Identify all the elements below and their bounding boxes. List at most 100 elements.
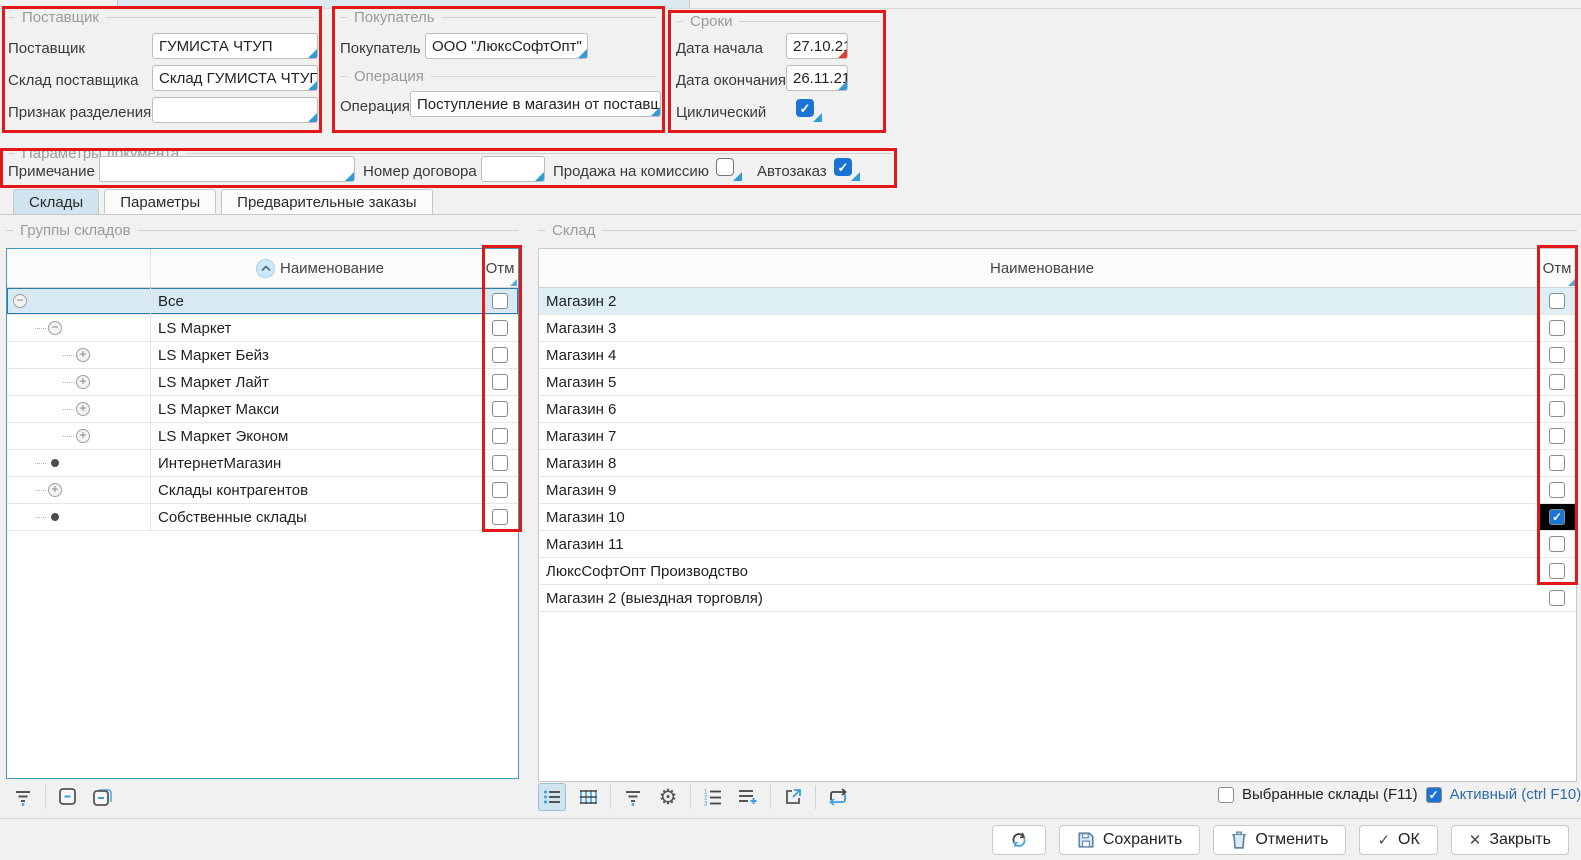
group-name-cell[interactable]: ИнтернетМагазин — [151, 450, 482, 476]
warehouse-row[interactable]: Магазин 10 ✓ — [539, 504, 1576, 531]
mark-cell[interactable] — [1538, 369, 1576, 395]
mark-cell[interactable] — [1538, 585, 1576, 611]
warehouse-name-cell[interactable]: Магазин 2 (выездная торговля) — [539, 585, 1538, 611]
warehouse-row[interactable]: Магазин 2 — [539, 288, 1576, 315]
row-checkbox[interactable] — [492, 482, 508, 498]
mark-cell[interactable] — [482, 423, 518, 449]
cyclic-checkbox[interactable]: ✓ — [796, 99, 814, 117]
row-checkbox-checked[interactable]: ✓ — [1549, 509, 1565, 525]
mark-cell[interactable] — [482, 342, 518, 368]
row-checkbox[interactable] — [492, 320, 508, 336]
date-start-field[interactable]: 27.10.21 — [786, 33, 848, 59]
tab-0[interactable]: Склады — [13, 189, 99, 214]
warehouse-row[interactable]: Магазин 2 (выездная торговля) — [539, 585, 1576, 612]
supplier-warehouse-field[interactable]: Склад ГУМИСТА ЧТУП — [152, 65, 318, 91]
row-checkbox[interactable] — [1549, 320, 1565, 336]
numbered-list-icon[interactable]: 123 — [700, 784, 726, 810]
warehouse-mark-column-header[interactable]: Отм — [1538, 249, 1576, 287]
reload-loop-icon[interactable] — [825, 784, 851, 810]
mark-cell[interactable] — [482, 477, 518, 503]
dropdown-corner-icon[interactable] — [578, 49, 587, 58]
filter-icon[interactable] — [10, 784, 36, 810]
row-checkbox[interactable] — [492, 455, 508, 471]
cancel-button[interactable]: Отменить — [1213, 825, 1346, 855]
date-end-field[interactable]: 26.11.21 — [786, 65, 848, 91]
group-name-cell[interactable]: Все — [151, 288, 482, 314]
mark-cell-focused[interactable]: ✓ — [1538, 504, 1576, 530]
tree-row[interactable]: +LS Маркет Макси — [7, 396, 518, 423]
note-field[interactable] — [99, 156, 355, 182]
dropdown-corner-icon[interactable] — [308, 49, 317, 58]
split-sign-field[interactable] — [152, 97, 318, 123]
warehouse-name-cell[interactable]: Магазин 9 — [539, 477, 1538, 503]
expand-expander-icon[interactable]: + — [76, 348, 90, 362]
tree-row[interactable]: ИнтернетМагазин — [7, 450, 518, 477]
buyer-field[interactable]: ООО "ЛюксСофтОпт" — [425, 33, 588, 59]
mark-cell[interactable] — [1538, 288, 1576, 314]
mark-cell[interactable] — [1538, 315, 1576, 341]
tree-row[interactable]: + Склады контрагентов — [7, 477, 518, 504]
mark-cell[interactable] — [1538, 342, 1576, 368]
grid-view-icon[interactable] — [575, 784, 601, 810]
collapse-all-icon[interactable] — [90, 784, 116, 810]
group-name-cell[interactable]: LS Маркет Эконом — [151, 423, 482, 449]
warehouse-row[interactable]: Магазин 6 — [539, 396, 1576, 423]
collapse-expander-icon[interactable]: − — [13, 294, 27, 308]
warehouse-name-cell[interactable]: Магазин 11 — [539, 531, 1538, 557]
row-checkbox[interactable] — [1549, 590, 1565, 606]
warehouse-name-cell[interactable]: Магазин 10 — [539, 504, 1538, 530]
row-checkbox[interactable] — [492, 347, 508, 363]
mark-cell[interactable] — [482, 369, 518, 395]
filter-icon[interactable] — [620, 784, 646, 810]
warehouse-name-cell[interactable]: Магазин 8 — [539, 450, 1538, 476]
dropdown-corner-icon[interactable] — [651, 107, 660, 116]
warehouse-row[interactable]: Магазин 11 — [539, 531, 1576, 558]
warehouse-name-cell[interactable]: Магазин 2 — [539, 288, 1538, 314]
warehouse-name-cell[interactable]: Магазин 4 — [539, 342, 1538, 368]
tree-row[interactable]: + LS Маркет Эконом — [7, 423, 518, 450]
warehouse-row[interactable]: Магазин 4 — [539, 342, 1576, 369]
tree-row[interactable]: + LS Маркет Бейз — [7, 342, 518, 369]
settings-gear-icon[interactable]: ⚙ — [655, 784, 681, 810]
close-button[interactable]: ✕ Закрыть — [1451, 825, 1569, 855]
add-row-icon[interactable] — [735, 784, 761, 810]
warehouse-name-cell[interactable]: Магазин 3 — [539, 315, 1538, 341]
mark-cell[interactable] — [1538, 531, 1576, 557]
row-checkbox[interactable] — [1549, 455, 1565, 471]
mark-cell[interactable] — [482, 315, 518, 341]
ok-button[interactable]: ✓ ОК — [1359, 825, 1437, 855]
mark-cell[interactable] — [1538, 396, 1576, 422]
collapse-expander-icon[interactable]: − — [48, 321, 62, 335]
expand-expander-icon[interactable]: + — [48, 483, 62, 497]
expand-expander-icon[interactable]: + — [76, 375, 90, 389]
group-name-cell[interactable]: Склады контрагентов — [151, 477, 482, 503]
contract-number-field[interactable] — [481, 156, 545, 182]
tree-row[interactable]: +LS Маркет Лайт — [7, 369, 518, 396]
warehouse-row[interactable]: Магазин 3 — [539, 315, 1576, 342]
warehouse-name-cell[interactable]: Магазин 6 — [539, 396, 1538, 422]
mark-cell[interactable] — [1538, 450, 1576, 476]
mark-cell[interactable] — [482, 288, 518, 314]
warehouse-row[interactable]: Магазин 9 — [539, 477, 1576, 504]
selected-warehouses-checkbox[interactable] — [1218, 787, 1234, 803]
row-checkbox[interactable] — [1549, 536, 1565, 552]
open-external-icon[interactable] — [780, 784, 806, 810]
active-checkbox[interactable]: ✓ — [1426, 787, 1442, 803]
groups-mark-column-header[interactable]: Отм — [482, 249, 518, 287]
row-checkbox[interactable] — [1549, 482, 1565, 498]
warehouse-row[interactable]: Магазин 7 — [539, 423, 1576, 450]
mark-cell[interactable] — [482, 504, 518, 530]
supplier-field[interactable]: ГУМИСТА ЧТУП — [152, 33, 318, 59]
warehouse-name-cell[interactable]: ЛюксСофтОпт Производство — [539, 558, 1538, 584]
mark-cell[interactable] — [1538, 477, 1576, 503]
sort-ascending-icon[interactable] — [256, 259, 275, 278]
expand-expander-icon[interactable]: + — [76, 429, 90, 443]
refresh-button[interactable] — [992, 825, 1046, 855]
group-name-cell[interactable]: LS Маркет Бейз — [151, 342, 482, 368]
expand-expander-icon[interactable]: + — [76, 402, 90, 416]
row-checkbox[interactable] — [1549, 374, 1565, 390]
tree-row[interactable]: − Все — [7, 288, 518, 315]
tab-1[interactable]: Параметры — [104, 189, 216, 214]
warehouse-row[interactable]: Магазин 5 — [539, 369, 1576, 396]
warehouse-name-cell[interactable]: Магазин 7 — [539, 423, 1538, 449]
